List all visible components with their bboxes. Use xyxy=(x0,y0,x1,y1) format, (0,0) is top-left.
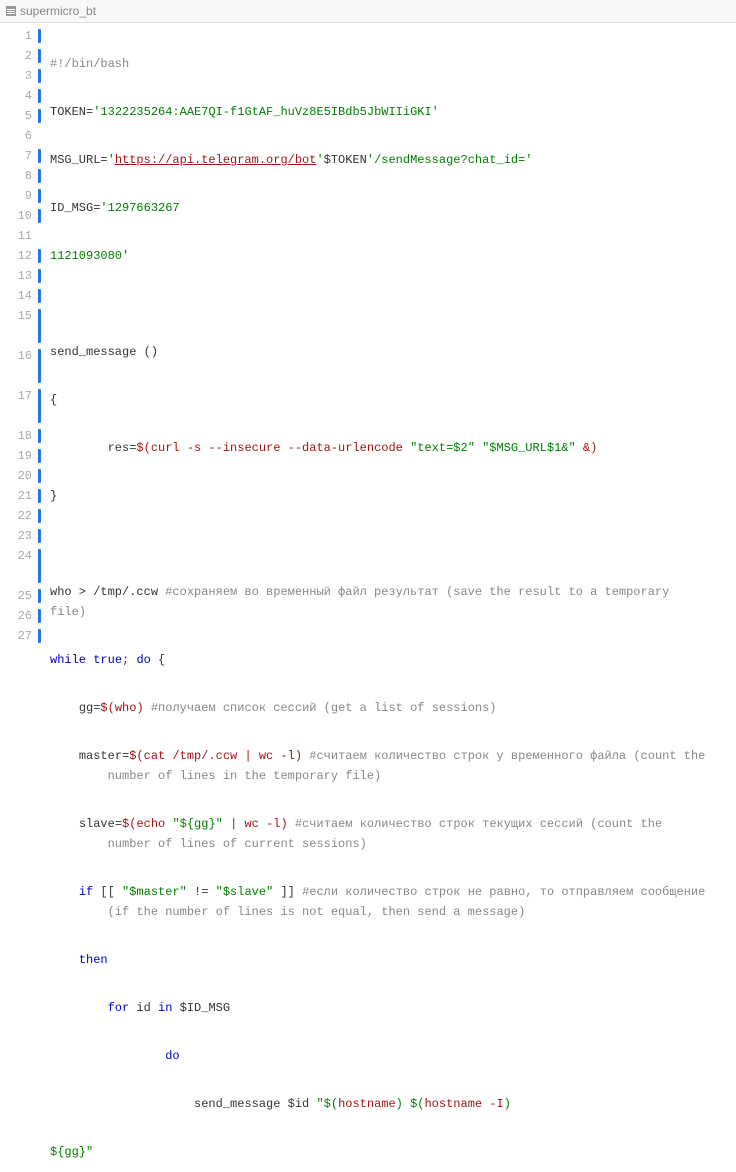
code-line: TOKEN='1322235264:AAE7QI-f1GtAF_huVz8E5I… xyxy=(50,102,710,122)
code-line: ${gg}" xyxy=(50,1142,710,1162)
code-area[interactable]: #!/bin/bash TOKEN='1322235264:AAE7QI-f1G… xyxy=(42,23,710,1172)
code-line: while true; do { xyxy=(50,650,710,670)
code-line: slave=$(echo "${gg}" | wc -l) #считаем к… xyxy=(50,814,710,854)
code-line: MSG_URL='https://api.telegram.org/bot'$T… xyxy=(50,150,710,170)
code-line xyxy=(50,534,710,554)
code-line: who > /tmp/.ccw #сохраняем во временный … xyxy=(50,582,710,622)
file-icon xyxy=(6,6,16,16)
code-line: for id in $ID_MSG xyxy=(50,998,710,1018)
code-line: res=$(curl -s --insecure --data-urlencod… xyxy=(50,438,710,458)
code-line: ID_MSG='1297663267 xyxy=(50,198,710,218)
line-number-gutter: 1 2 3 4 5 6 7 8 9 10 11 12 13 14 15 16 1… xyxy=(0,23,42,1172)
code-line: #!/bin/bash xyxy=(50,54,710,74)
code-line: 1121093080' xyxy=(50,246,710,266)
code-editor[interactable]: 1 2 3 4 5 6 7 8 9 10 11 12 13 14 15 16 1… xyxy=(0,23,736,1172)
code-line xyxy=(50,294,710,314)
code-line: } xyxy=(50,486,710,506)
code-line: master=$(cat /tmp/.ccw | wc -l) #считаем… xyxy=(50,746,710,786)
file-tab-label: supermicro_bt xyxy=(20,4,96,18)
code-line: { xyxy=(50,390,710,410)
code-line: send_message $id "$(hostname) $(hostname… xyxy=(50,1094,710,1114)
code-line: send_message () xyxy=(50,342,710,362)
code-line: then xyxy=(50,950,710,970)
file-tab[interactable]: supermicro_bt xyxy=(6,4,96,18)
code-line: if [[ "$master" != "$slave" ]] #если кол… xyxy=(50,882,710,922)
code-line: gg=$(who) #получаем список сессий (get a… xyxy=(50,698,710,718)
tab-bar: supermicro_bt xyxy=(0,0,736,23)
code-line: do xyxy=(50,1046,710,1066)
